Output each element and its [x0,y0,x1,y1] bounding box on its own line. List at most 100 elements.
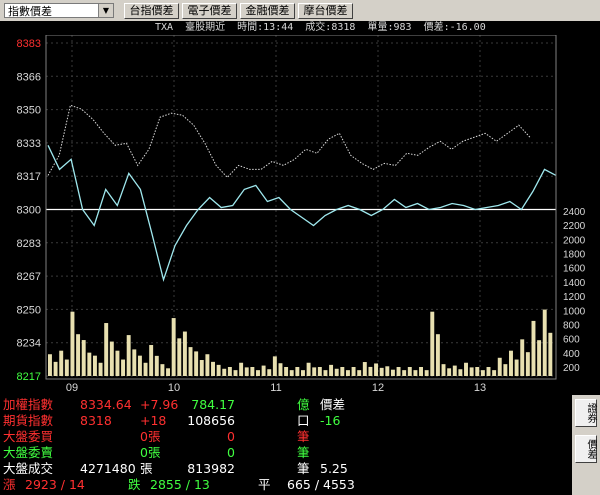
price-tick-label: 8383 [17,38,41,50]
price-tick-label: 8366 [17,71,41,83]
volume-bar [430,311,435,376]
volume-bar [53,361,58,376]
row-amount: 0 [227,445,235,460]
price-tick-label: 8317 [17,171,41,183]
volume-bar [216,364,221,376]
row-change: 張 [140,461,153,476]
summary-panel: 加權指數 8334.64 +7.96 784.17 億價差 期貨指數 8318 +18 1086… [0,395,572,495]
volume-bar [239,362,244,376]
volume-bar [199,360,204,376]
volume-bar [188,347,193,376]
row-value: 8318 [80,413,112,428]
volume-bar [435,334,440,376]
volume-bar [267,369,272,376]
row-unit: 億 [297,397,310,412]
volume-bar [233,370,238,376]
volume-bar [149,345,154,376]
time-tick-label: 09 [66,382,78,394]
volume-bar [109,341,114,376]
volume-bar [306,362,311,376]
row-label: 加權指數 [3,397,54,412]
time-tick-label: 13 [474,382,486,394]
volume-tick-label: 1800 [563,250,586,261]
chevron-down-icon[interactable]: ▼ [98,4,113,17]
msci-spread-button[interactable]: 摩台價差 [298,3,353,19]
volume-tick-label: 200 [563,363,580,374]
volume-bar [396,367,401,376]
time-tick-label: 12 [372,382,384,394]
volume-bar [447,368,452,376]
electronics-spread-button[interactable]: 電子價差 [182,3,237,19]
row-extra: 價差 [320,397,346,412]
row-label: 期貨指數 [3,413,54,428]
volume-bar [368,366,373,376]
taiex-spread-button[interactable]: 台指價差 [124,3,179,19]
volume-bar [272,356,277,376]
volume-bar [154,355,159,376]
volume-bar [329,364,334,376]
volume-bar [548,332,553,376]
volume-bar [503,364,508,376]
unchanged-label: 平 [258,477,271,492]
quote-info-bar: TXA 臺股期近 時間:13:44 成交:8318 單量:983 價差:-16.… [0,21,600,35]
advancers-value: 2923 / 14 [25,477,85,492]
volume-bar [441,364,446,376]
volume-bar [70,311,75,376]
unchanged-value: 665 / 4553 [287,477,355,492]
volume-bar [182,331,187,376]
row-value: 4271480 [80,461,136,476]
volume-bar [76,334,81,376]
volume-bar [407,367,412,376]
volume-tick-label: 800 [563,320,580,331]
time-tick-label: 11 [270,382,281,394]
time-tick-label: 10 [168,382,180,394]
volume-bar [475,367,480,376]
side-toolbar: 證券 價差 [572,395,600,495]
row-amount: 813982 [187,461,235,476]
quote-info-text: TXA 臺股期近 時間:13:44 成交:8318 單量:983 價差:-16.… [155,22,486,33]
volume-bar [492,370,497,376]
row-unit: 筆 [297,429,310,444]
volume-bar [92,355,97,376]
volume-bar [514,359,519,376]
volume-bar [295,367,300,376]
price-tick-label: 8300 [17,205,41,217]
volume-bar [458,369,463,376]
securities-button[interactable]: 證券 [575,399,597,427]
volume-bar [126,335,131,376]
volume-bar [374,363,379,376]
volume-bar [379,367,384,376]
advancers-label: 漲 [3,477,16,492]
volume-tick-label: 2400 [563,207,586,218]
spread-button[interactable]: 價差 [575,435,597,463]
index-select[interactable]: 指數價差 ▼ [4,3,114,18]
volume-tick-label: 1600 [563,264,586,275]
volume-bar [413,370,418,376]
volume-bar [542,309,547,376]
volume-bar [289,370,294,376]
volume-bar [424,370,429,376]
row-label: 大盤成交 [3,461,54,476]
row-unit: 筆 [297,461,310,476]
volume-bar [486,367,491,376]
finance-spread-button[interactable]: 金融價差 [240,3,295,19]
volume-bar [390,369,395,376]
price-tick-label: 8333 [17,138,41,150]
volume-bar [81,340,86,376]
volume-bar [256,370,260,376]
row-amount: 0 [227,429,235,444]
volume-bar [250,367,255,376]
volume-bar [194,351,199,376]
volume-bar [357,370,362,376]
price-tick-label: 8250 [17,304,41,316]
volume-bar [59,350,64,376]
volume-bar [323,370,328,376]
volume-bar [509,350,513,376]
chart-background [0,35,600,395]
volume-bar [452,365,457,376]
volume-bar [115,350,120,376]
volume-bar [244,367,249,376]
volume-bar [222,368,227,376]
volume-bar [177,338,182,376]
volume-bar [205,354,210,376]
